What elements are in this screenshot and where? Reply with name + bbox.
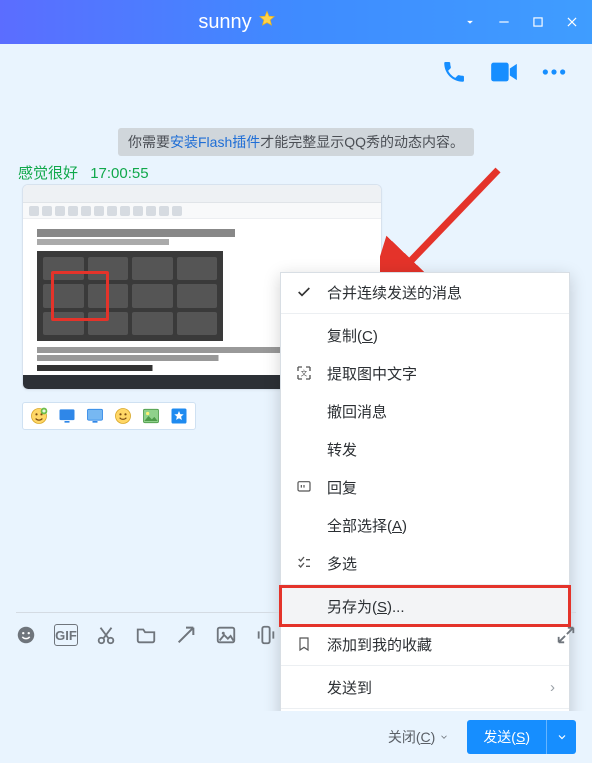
gif-icon[interactable]: GIF [54, 624, 78, 646]
menu-copy[interactable]: 复制(C) [281, 316, 569, 354]
cut-icon[interactable] [94, 624, 118, 646]
chevron-right-icon: › [550, 679, 555, 696]
send-button[interactable]: 发送(S) [467, 720, 576, 754]
flash-link[interactable]: 安装Flash插件 [170, 134, 260, 150]
menu-forward[interactable]: 转发 [281, 430, 569, 468]
sender-name: 感觉很好 [18, 165, 78, 182]
thumbnail-action-row [22, 402, 196, 430]
star-icon [258, 10, 276, 34]
chevron-down-icon [439, 732, 449, 742]
menu-reply-label: 回复 [327, 477, 555, 498]
window-title: sunny [12, 10, 462, 34]
client-area: 你需要安装Flash插件才能完整显示QQ秀的动态内容。 感觉很好 17:00:5… [0, 44, 592, 763]
svg-text:文: 文 [301, 369, 308, 378]
monitor-outline-icon[interactable] [84, 406, 106, 426]
folder-icon[interactable] [134, 624, 158, 646]
more-icon[interactable] [540, 60, 568, 84]
chat-window: sunny 你需要安装Flash插件才能完整显示QQ秀的动态内容。 [0, 0, 592, 763]
menu-separator [281, 708, 569, 709]
menu-separator [281, 584, 569, 585]
menu-recall-label: 撤回消息 [327, 401, 555, 422]
menu-select-all[interactable]: 全部选择(A) [281, 506, 569, 544]
thumb-keyboard-photo [37, 251, 223, 341]
menu-multi-label: 多选 [327, 553, 555, 574]
menu-recall[interactable]: 撤回消息 [281, 392, 569, 430]
minimize-icon[interactable] [496, 14, 512, 30]
expand-icon[interactable] [554, 624, 578, 646]
quote-icon [295, 479, 313, 495]
image-icon[interactable] [214, 624, 238, 646]
video-call-icon[interactable] [490, 60, 518, 84]
send-file-icon[interactable] [174, 624, 198, 646]
menu-forward-label: 转发 [327, 439, 555, 460]
emoji-icon[interactable] [14, 624, 38, 646]
menu-separator [281, 313, 569, 314]
smiley-icon[interactable] [112, 406, 134, 426]
menu-merge[interactable]: 合并连续发送的消息 [281, 273, 569, 311]
thumb-toolbar [23, 203, 381, 219]
send-dropdown[interactable] [546, 720, 576, 754]
title-text: sunny [198, 11, 251, 34]
thumb-browser-bar [23, 185, 381, 203]
checklist-icon [295, 555, 313, 571]
close-icon[interactable] [564, 14, 580, 30]
context-menu: 合并连续发送的消息 复制(C) 文 提取图中文字 撤回消息 转发 回复 [280, 272, 570, 750]
flash-post: 才能完整显示QQ秀的动态内容。 [260, 134, 464, 150]
call-row [440, 60, 568, 84]
picture-icon[interactable] [140, 406, 162, 426]
text-extract-icon: 文 [295, 365, 313, 381]
monitor-blue-icon[interactable] [56, 406, 78, 426]
emoji-face-icon[interactable] [28, 406, 50, 426]
editor-toolbar: GIF [14, 624, 578, 658]
window-controls [462, 14, 580, 30]
message-time: 17:00:55 [90, 165, 148, 182]
maximize-icon[interactable] [530, 14, 546, 30]
star-favorite-icon[interactable] [168, 406, 190, 426]
menu-copy-label: 复制(C) [327, 325, 555, 346]
titlebar: sunny [0, 0, 592, 44]
check-icon [295, 284, 313, 300]
menu-save-as-label: 另存为(S)... [327, 596, 555, 617]
voice-call-icon[interactable] [440, 60, 468, 84]
dropdown-icon[interactable] [462, 14, 478, 30]
flash-pre: 你需要 [128, 134, 170, 150]
menu-reply[interactable]: 回复 [281, 468, 569, 506]
menu-send-to-label: 发送到 [327, 677, 536, 698]
send-button-label: 发送(S) [467, 727, 546, 747]
menu-separator [281, 665, 569, 666]
menu-ocr-label: 提取图中文字 [327, 363, 555, 384]
flash-notice: 你需要安装Flash插件才能完整显示QQ秀的动态内容。 [118, 128, 474, 156]
menu-send-to[interactable]: 发送到 › [281, 668, 569, 706]
menu-merge-label: 合并连续发送的消息 [327, 282, 555, 303]
menu-select-all-label: 全部选择(A) [327, 515, 555, 536]
message-meta: 感觉很好 17:00:55 [18, 162, 149, 183]
shake-icon[interactable] [254, 624, 278, 646]
close-button-label: 关闭(C) [388, 727, 435, 747]
footer: 关闭(C) 发送(S) [0, 711, 592, 763]
menu-save-as[interactable]: 另存为(S)... [281, 587, 569, 625]
menu-multi-select[interactable]: 多选 [281, 544, 569, 582]
close-button[interactable]: 关闭(C) [388, 727, 449, 747]
menu-ocr[interactable]: 文 提取图中文字 [281, 354, 569, 392]
